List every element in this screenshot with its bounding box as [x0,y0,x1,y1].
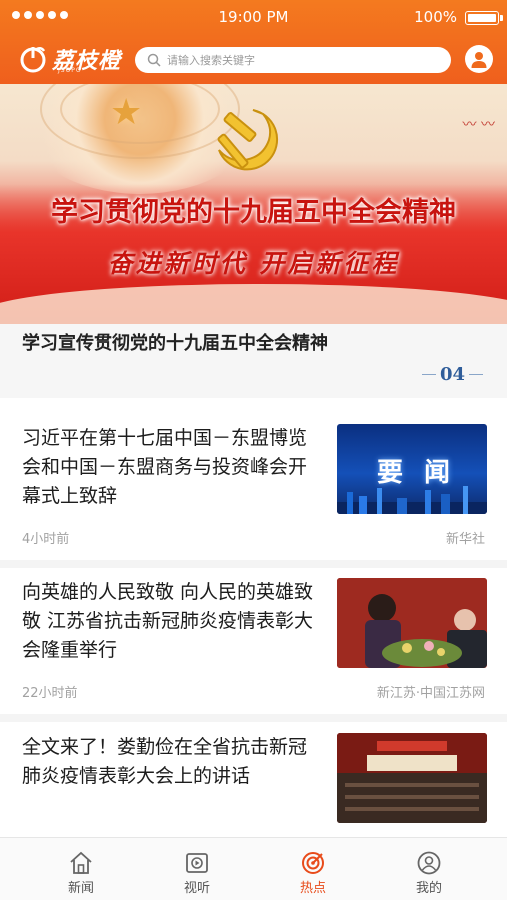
news-title: 全文来了！娄勤俭在全省抗击新冠肺炎疫情表彰大会上的讲话 [22,736,308,787]
tab-label: 我的 [415,881,442,896]
home-icon [70,851,92,874]
news-time: 4小时前 [22,532,70,547]
avatar-icon [471,52,487,68]
divider [0,560,507,568]
tab-news[interactable]: 新闻 [41,838,121,898]
status-bar: 19:00 PM 100% [0,0,507,34]
profile-button[interactable] [465,45,493,73]
banner-title: 学习贯彻党的十九届五中全会精神 [51,197,456,228]
search-input[interactable]: 请输入搜索关键字 [135,47,451,73]
tab-label: 新闻 [67,881,94,896]
logo-subtext: JSOPO [58,67,82,74]
divider [0,714,507,722]
news-source: 新华社 [445,532,485,547]
target-icon [302,852,324,874]
tab-video[interactable]: 视听 [157,838,237,898]
news-title: 向英雄的人民致敬 向人民的英雄致敬 江苏省抗击新冠肺炎疫情表彰大会隆重举行 [22,581,314,661]
banner-caption-bar[interactable]: 学习宣传贯彻党的十九届五中全会精神 04 [0,324,507,398]
banner-subtitle: 奋进新时代 开启新征程 [107,249,400,278]
banner-carousel[interactable]: ★ 〰 〰 学习贯彻党的十九届五中全会精神 奋进新时代 开启新征程 [0,84,507,324]
news-thumbnail [337,733,487,823]
news-title: 习近平在第十七届中国－东盟博览会和中国－东盟商务与投资峰会开幕式上致辞 [22,427,308,507]
app-logo: 荔枝橙 JSOPO [18,43,121,75]
battery-percent: 100% [414,8,457,26]
search-icon [147,53,161,67]
news-source: 新江苏·中国江苏网 [376,686,485,701]
user-icon [417,851,441,875]
news-thumbnail: 要 闻 [337,424,487,514]
party-emblem-icon [217,109,279,171]
carousel-page-indicator: 04 [421,364,483,385]
tab-mine[interactable]: 我的 [389,838,469,898]
thumbnail-label: 要 闻 [377,458,457,488]
star-icon: ★ [110,92,143,133]
video-icon [186,853,208,873]
app-header: 19:00 PM 100% 荔枝橙 JSOPO 请输入搜索关键字 [0,0,507,84]
news-item[interactable]: 全文来了！娄勤俭在全省抗击新冠肺炎疫情表彰大会上的讲话 [0,733,507,837]
birds-icon: 〰 〰 [462,117,495,133]
news-item[interactable]: 向英雄的人民致敬 向人民的英雄致敬 江苏省抗击新冠肺炎疫情表彰大会隆重举行 22… [0,578,507,718]
tab-label: 热点 [299,881,326,896]
tab-label: 视听 [183,881,210,896]
battery-icon [465,11,503,25]
news-item[interactable]: 习近平在第十七届中国－东盟博览会和中国－东盟商务与投资峰会开幕式上致辞 要 闻 … [0,424,507,564]
search-placeholder: 请输入搜索关键字 [167,54,255,67]
logo-icon [18,44,48,74]
news-thumbnail [337,578,487,668]
page-number: 04 [439,364,465,385]
news-time: 22小时前 [22,686,78,701]
banner-caption: 学习宣传贯彻党的十九届五中全会精神 [22,333,328,354]
bottom-tab-bar: 新闻 视听 热点 我的 [0,837,507,900]
tab-hot[interactable]: 热点 [273,838,353,898]
